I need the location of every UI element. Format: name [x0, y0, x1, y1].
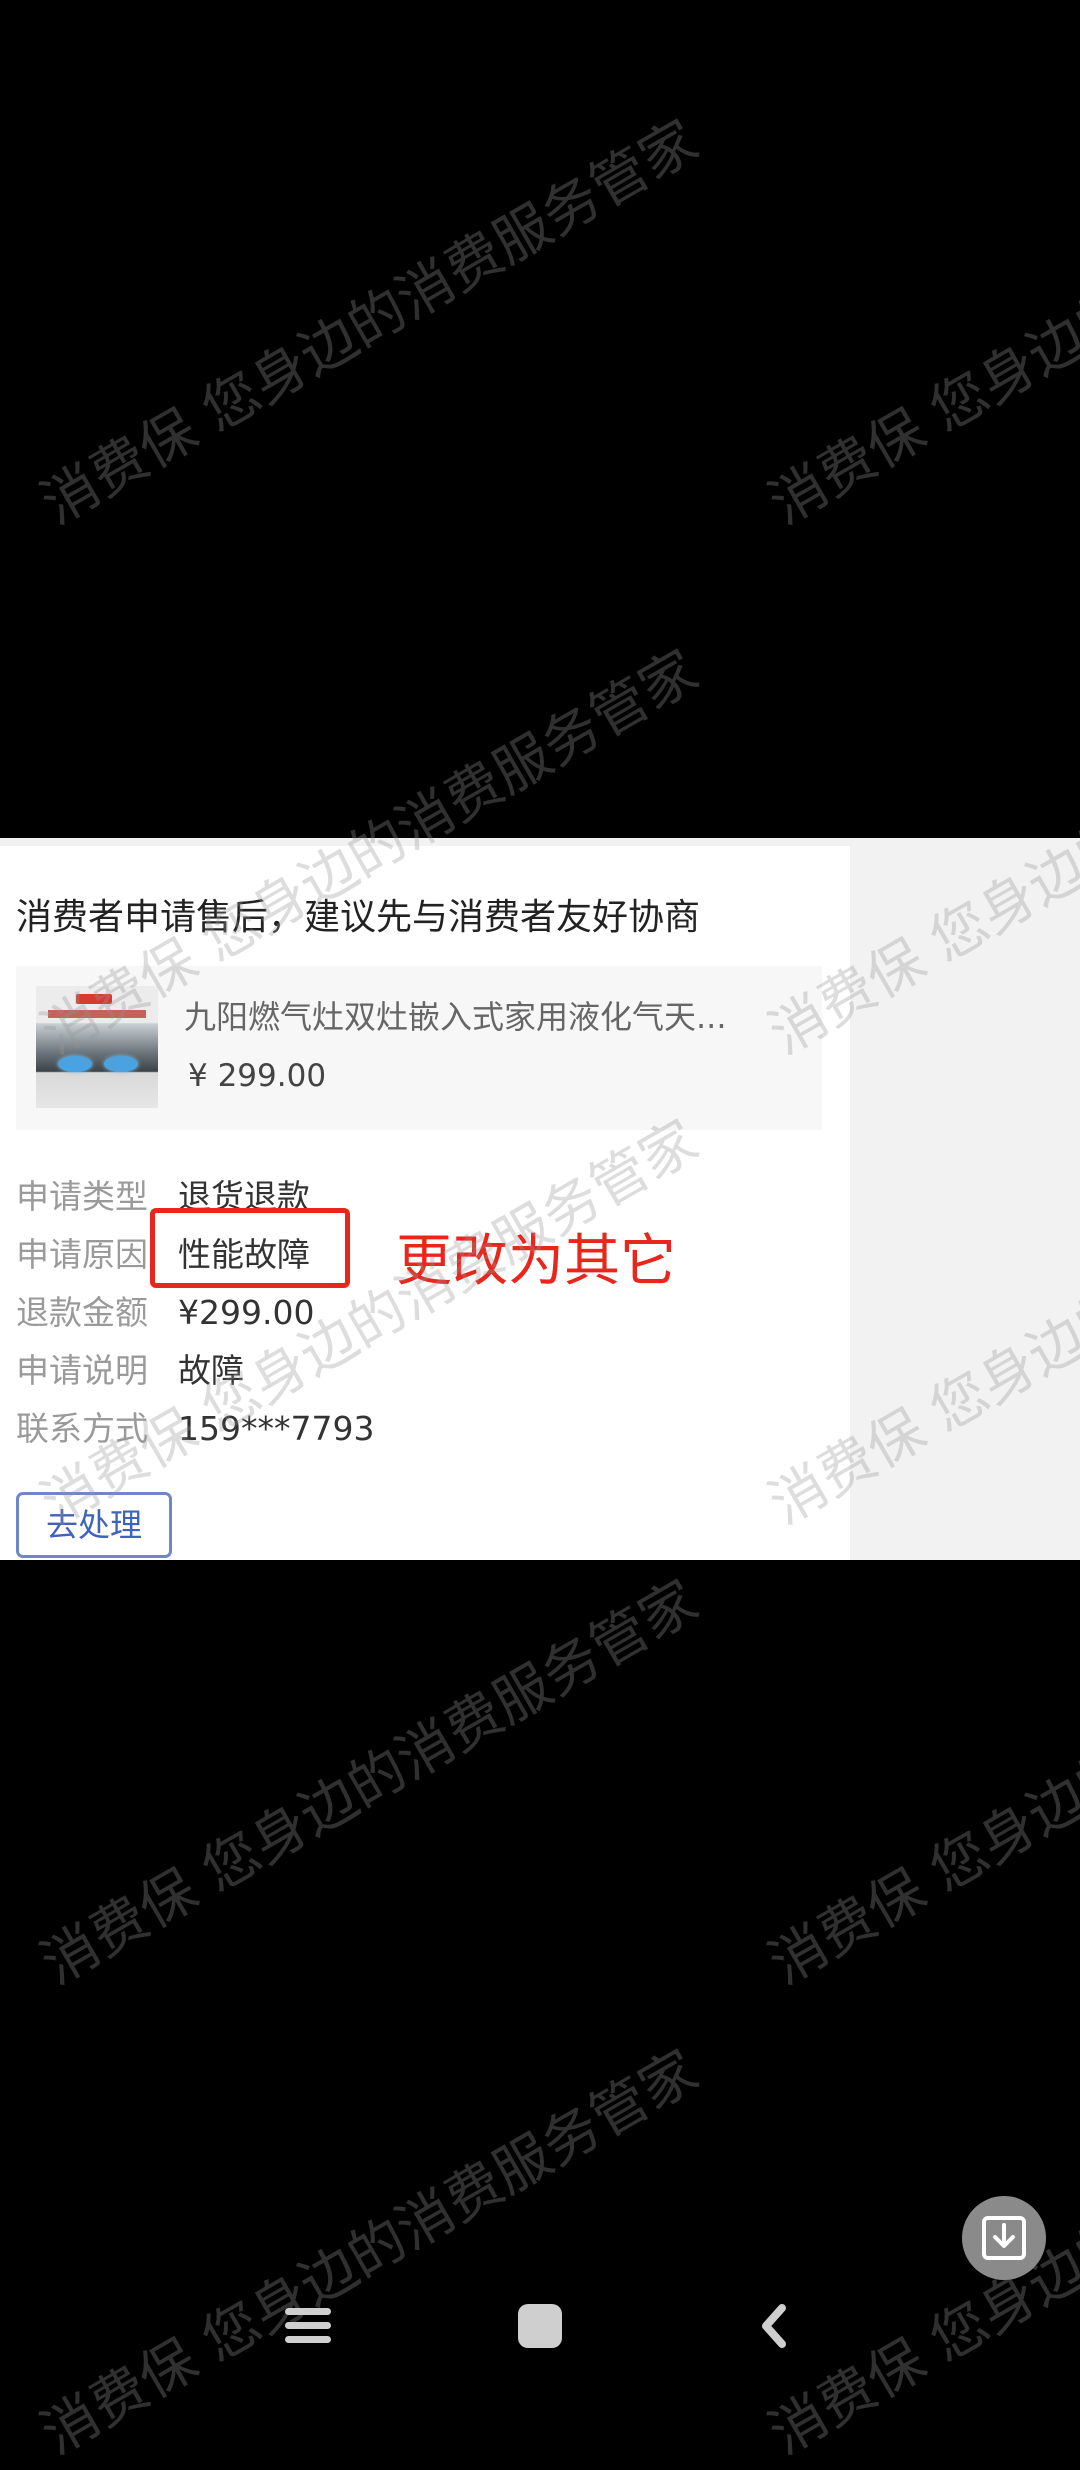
nav-home-button[interactable] [510, 2296, 570, 2356]
detail-row-amount: 退款金额 ¥299.00 [16, 1286, 314, 1336]
watermark-text: 消费保 您身边的消费服务管家 [30, 2038, 709, 2468]
content-region: 消费者申请售后，建议先与消费者友好协商 九阳燃气灶双灶嵌入式家用液化气天... … [0, 838, 1080, 1560]
watermark-text: 消费保 您身边的消费服务管家 [758, 108, 1080, 538]
reason-highlight-box [150, 1208, 350, 1288]
detail-value: 故障 [178, 1351, 244, 1390]
gas-stove-image [36, 986, 158, 1108]
thumb-badge [76, 994, 112, 1004]
menu-icon [285, 2308, 331, 2343]
product-price: ¥ 299.00 [188, 1058, 327, 1094]
download-icon [982, 2216, 1026, 2260]
watermark-text: 消费保 您身边的消费服务管家 [758, 1568, 1080, 1998]
process-button[interactable]: 去处理 [16, 1492, 172, 1558]
detail-label: 退款金额 [16, 1293, 148, 1332]
detail-label: 联系方式 [16, 1409, 148, 1448]
product-info[interactable]: 九阳燃气灶双灶嵌入式家用液化气天... ¥ 299.00 [16, 966, 822, 1130]
thumb-banner [48, 1010, 146, 1018]
download-button[interactable] [962, 2196, 1046, 2280]
notice-headline: 消费者申请售后，建议先与消费者友好协商 [16, 897, 701, 938]
back-icon [762, 2304, 786, 2348]
detail-row-note: 申请说明 故障 [16, 1344, 244, 1394]
product-title: 九阳燃气灶双灶嵌入式家用液化气天... [184, 998, 727, 1036]
after-sale-card: 消费者申请售后，建议先与消费者友好协商 九阳燃气灶双灶嵌入式家用液化气天... … [0, 846, 850, 1560]
watermark-text: 消费保 您身边的消费服务管家 [30, 1568, 709, 1998]
annotation-text: 更改为其它 [396, 1229, 676, 1294]
detail-value: 159***7793 [178, 1409, 375, 1448]
burner-right [104, 1056, 138, 1072]
nav-menu-button[interactable] [278, 2296, 338, 2356]
detail-label: 申请说明 [16, 1351, 148, 1390]
home-icon [518, 2304, 562, 2348]
nav-back-button[interactable] [744, 2296, 804, 2356]
detail-value: ¥299.00 [178, 1293, 315, 1332]
detail-row-contact: 联系方式 159***7793 [16, 1402, 374, 1452]
burner-left [58, 1056, 92, 1072]
watermark-text: 消费保 您身边的消费服务管家 [30, 108, 709, 538]
